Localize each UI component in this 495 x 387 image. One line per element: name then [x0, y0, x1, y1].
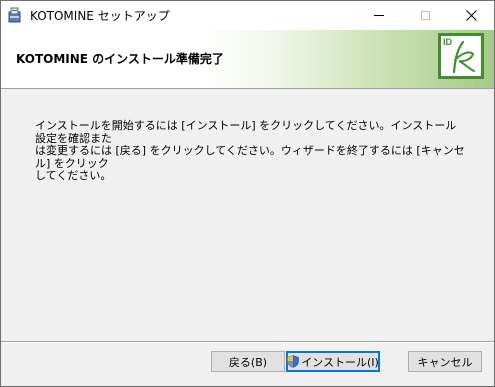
close-icon: [465, 10, 477, 21]
banner-title: KOTOMINE のインストール準備完了: [16, 52, 224, 66]
minimize-button[interactable]: [356, 1, 402, 30]
header-banner: KOTOMINE のインストール準備完了 ID: [1, 30, 494, 89]
uac-shield-icon: [287, 355, 299, 368]
setup-box-icon: [7, 7, 23, 23]
minimize-icon: [374, 15, 384, 16]
close-button[interactable]: [448, 1, 494, 30]
install-button-label: インストール(I): [301, 355, 379, 369]
back-button-label: 戻る(B): [228, 355, 268, 369]
window-title: KOTOMINE セットアップ: [30, 9, 170, 23]
setup-window: KOTOMINE セットアップ KOTOMINE のインストール準備完了 ID …: [0, 0, 495, 387]
cancel-button-label: キャンセル: [417, 355, 473, 369]
maximize-button[interactable]: [402, 1, 448, 30]
footer-divider-highlight: [1, 342, 494, 343]
cancel-button[interactable]: キャンセル: [408, 351, 482, 372]
instruction-text: インストールを開始するには [インストール] をクリックしてください。インストー…: [35, 119, 465, 182]
kotomine-logo-icon: ID: [438, 33, 484, 79]
maximize-icon: [420, 11, 430, 20]
back-button[interactable]: 戻る(B): [211, 351, 285, 372]
install-button[interactable]: インストール(I): [286, 351, 380, 372]
title-bar[interactable]: KOTOMINE セットアップ: [1, 1, 494, 30]
